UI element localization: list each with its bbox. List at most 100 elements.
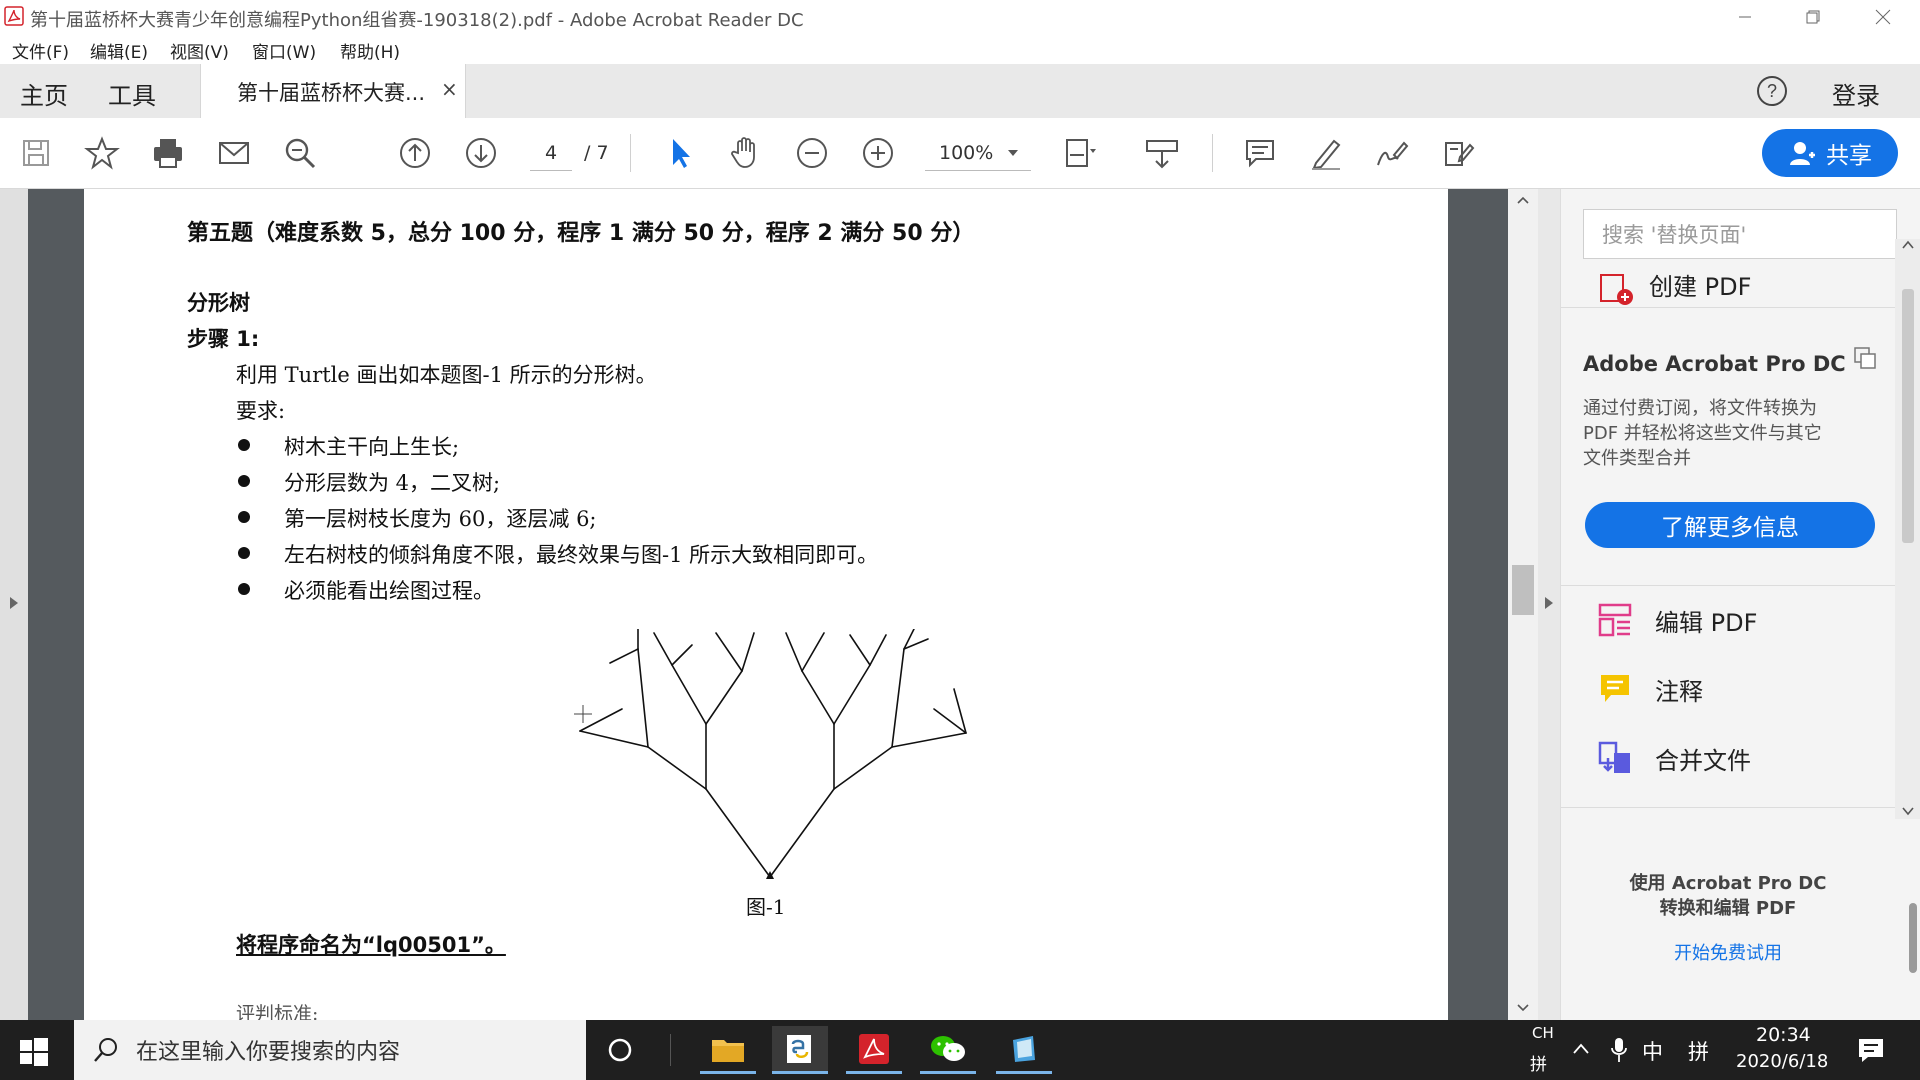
taskbar-app-acrobat[interactable] [846, 1026, 902, 1074]
tab-document[interactable]: 第十届蓝桥杯大赛... × [200, 64, 466, 118]
scroll-up-icon[interactable] [1901, 239, 1915, 251]
title-bar: 第十届蓝桥杯大赛青少年创意编程Python组省赛-190318(2).pdf -… [0, 0, 1920, 34]
tools-pane-scrollbar[interactable] [1895, 239, 1920, 819]
comment-button[interactable] [1238, 131, 1282, 175]
scroll-up-icon[interactable] [1516, 195, 1530, 205]
login-link[interactable]: 登录 [1832, 76, 1880, 111]
fractal-tree-figure [574, 629, 967, 879]
taskbar-app-python[interactable] [772, 1026, 828, 1074]
panel-divider [1561, 807, 1895, 808]
bullet-dot [238, 475, 250, 487]
right-panel-toggle-bar[interactable] [1538, 189, 1560, 1020]
taskbar-app-file-explorer[interactable] [700, 1026, 756, 1074]
find-button[interactable] [278, 131, 322, 175]
requirement-item: 分形层数为 4，二叉树; [284, 471, 501, 495]
promo-text-line: PDF 并轻松将这些文件与其它 [1583, 423, 1822, 444]
tool-edit-pdf[interactable]: 编辑 PDF [1597, 595, 1897, 645]
combine-files-icon [1598, 741, 1630, 773]
save-button[interactable] [14, 131, 58, 175]
acrobat-icon [859, 1033, 889, 1064]
more-tools-button[interactable] [1436, 131, 1480, 175]
tool-combine-files[interactable]: 合并文件 [1597, 733, 1897, 783]
star-icon [84, 136, 120, 170]
pane-scroll-indicator[interactable] [1909, 903, 1917, 973]
ime-indicator-bottom[interactable]: 拼 [1530, 1050, 1547, 1075]
zoom-out-button[interactable] [790, 131, 834, 175]
scroll-down-icon[interactable] [1516, 1003, 1530, 1013]
arrow-down-circle-icon [466, 138, 496, 168]
acrobat-icon [4, 6, 24, 26]
clock-time[interactable]: 20:34 [1756, 1024, 1811, 1046]
menu-help[interactable]: 帮助(H) [340, 38, 400, 63]
zoom-in-button[interactable] [856, 131, 900, 175]
zoom-level-select[interactable]: 100% [925, 136, 1031, 171]
minimize-button[interactable] [1716, 0, 1774, 34]
select-tool-button[interactable] [658, 131, 702, 175]
menu-edit[interactable]: 编辑(E) [90, 38, 148, 63]
task-view-button[interactable] [606, 1036, 634, 1064]
tool-comment[interactable]: 注释 [1597, 664, 1897, 714]
panel-divider [1561, 307, 1895, 308]
bullet-dot [238, 511, 250, 523]
email-button[interactable] [212, 131, 256, 175]
tools-search-input[interactable]: 搜索 '替换页面' [1583, 209, 1897, 259]
restore-button[interactable] [1784, 0, 1842, 34]
page-number-input[interactable]: 4 [530, 136, 572, 171]
arrow-up-circle-icon [400, 138, 430, 168]
windows-logo-icon [20, 1038, 48, 1066]
next-page-button[interactable] [459, 131, 503, 175]
collapse-icon[interactable]: ⌃ [1837, 273, 1852, 286]
scrollbar-thumb[interactable] [1902, 289, 1914, 543]
scrollbar-thumb[interactable] [1512, 565, 1534, 615]
ime-mode[interactable]: 拼 [1688, 1036, 1709, 1066]
requirement-item: 左右树枝的倾斜角度不限，最终效果与图-1 所示大致相同即可。 [284, 543, 879, 567]
minus-circle-icon [797, 138, 827, 168]
requirement-item: 第一层树枝长度为 60，逐层减 6; [284, 507, 597, 531]
document-scrollbar[interactable] [1508, 189, 1538, 1020]
help-icon[interactable]: ? [1756, 75, 1788, 107]
free-trial-link[interactable]: 开始免费试用 [1561, 939, 1895, 965]
requirements-label: 要求: [236, 399, 286, 423]
pdf-page: 第五题（难度系数 5，总分 100 分，程序 1 满分 50 分，程序 2 满分… [84, 189, 1448, 1020]
learn-more-button[interactable]: 了解更多信息 [1585, 502, 1875, 548]
highlight-button[interactable] [1304, 131, 1348, 175]
tool-label: 注释 [1655, 677, 1703, 706]
close-window-button[interactable] [1854, 0, 1912, 34]
input-language[interactable]: 中 [1642, 1036, 1663, 1066]
microphone-icon[interactable] [1610, 1036, 1628, 1064]
toolbar-divider [1212, 134, 1213, 172]
previous-page-button[interactable] [393, 131, 437, 175]
create-pdf-item[interactable]: 创建 PDF ⌃ [1561, 273, 1895, 305]
notebook-app-icon [1013, 1035, 1035, 1062]
document-view[interactable]: 第五题（难度系数 5，总分 100 分，程序 1 满分 50 分，程序 2 满分… [0, 189, 1560, 1020]
menu-view[interactable]: 视图(V) [170, 38, 229, 63]
clock-date[interactable]: 2020/6/18 [1736, 1051, 1828, 1072]
tab-close-button[interactable]: × [441, 77, 458, 101]
start-button[interactable] [16, 1034, 50, 1068]
taskbar-search-box[interactable]: 在这里输入你要搜索的内容 [74, 1020, 586, 1080]
hand-tool-button[interactable] [724, 131, 768, 175]
menu-window[interactable]: 窗口(W) [252, 38, 316, 63]
python-editor-icon [787, 1034, 811, 1063]
copy-icon[interactable] [1853, 346, 1877, 370]
taskbar-divider [670, 1034, 671, 1066]
taskbar-app-notebook[interactable] [996, 1026, 1052, 1074]
ime-indicator-top[interactable]: CH [1532, 1024, 1554, 1042]
bookmark-button[interactable] [80, 131, 124, 175]
menu-file[interactable]: 文件(F) [12, 38, 69, 63]
tab-home[interactable]: 主页 [20, 76, 68, 111]
tab-tools[interactable]: 工具 [108, 76, 156, 111]
expand-left-panel-icon[interactable] [8, 595, 20, 611]
left-panel-toggle-bar[interactable] [0, 189, 28, 1020]
print-button[interactable] [146, 131, 190, 175]
collapse-right-panel-icon[interactable] [1543, 595, 1555, 611]
tab-document-label: 第十届蓝桥杯大赛... [237, 81, 426, 105]
fit-page-button[interactable] [1058, 131, 1102, 175]
share-button[interactable]: 共享 [1762, 129, 1898, 177]
scroll-down-icon[interactable] [1901, 805, 1915, 817]
scroll-mode-button[interactable] [1140, 131, 1184, 175]
chevron-up-icon[interactable] [1572, 1042, 1590, 1056]
taskbar-app-wechat[interactable] [920, 1026, 976, 1074]
sign-button[interactable] [1370, 131, 1414, 175]
notification-icon[interactable] [1856, 1036, 1886, 1064]
